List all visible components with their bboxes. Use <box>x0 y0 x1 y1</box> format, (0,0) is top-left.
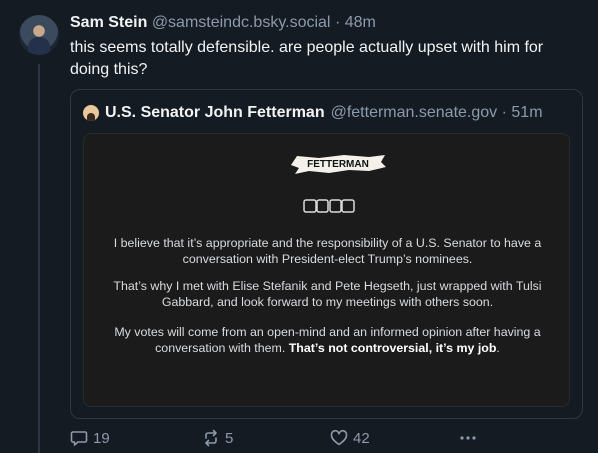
statement-paragraph-3: My votes will come from an open-mind and… <box>114 325 541 355</box>
like-count: 42 <box>353 429 370 447</box>
quoted-post-header: U.S. Senator John Fetterman @fetterman.s… <box>83 103 543 123</box>
statement-emphasis: That’s not controversial, it’s my job <box>288 341 497 355</box>
post-time[interactable]: 48m <box>345 14 376 31</box>
logo-text: FETTERMAN <box>307 159 369 170</box>
statement-paragraph-2: That’s why I met with Elise Stefanik and… <box>113 279 542 309</box>
quoted-author-avatar <box>83 105 99 121</box>
quoted-author-handle: @fetterman.senate.gov · 51m <box>330 104 543 121</box>
author-handle[interactable]: @samsteindc.bsky.social <box>152 14 331 31</box>
more-options-button[interactable] <box>459 429 477 447</box>
reply-count: 19 <box>93 429 110 447</box>
post-header: Sam Stein @samsteindc.bsky.social · 48m <box>70 13 376 33</box>
fetterman-logo: FETTERMAN <box>291 155 386 174</box>
repost-arrows-icon <box>205 429 217 447</box>
statement-paragraph-1: I believe that it’s appropriate and the … <box>113 236 542 266</box>
speech-bubble-icon <box>70 431 88 446</box>
post-actions: 19 5 42 <box>0 429 598 449</box>
quoted-post-image[interactable]: FETTERMAN I believe that it’s appropriat… <box>83 133 570 407</box>
quotation-marks-icon <box>303 199 355 213</box>
repost-count: 5 <box>225 429 234 447</box>
author-name[interactable]: Sam Stein <box>70 14 147 31</box>
like-button[interactable]: 42 <box>330 429 370 447</box>
heart-icon <box>330 429 348 446</box>
post-text: this seems totally defensible. are peopl… <box>70 39 544 78</box>
quoted-author-name: U.S. Senator John Fetterman <box>105 104 325 121</box>
reply-button[interactable]: 19 <box>70 429 110 447</box>
repost-button[interactable]: 5 <box>202 429 233 447</box>
author-avatar[interactable] <box>19 15 59 55</box>
ellipsis-icon <box>460 436 476 440</box>
header-separator: · <box>334 14 341 31</box>
thread-line <box>38 64 40 453</box>
quoted-post[interactable]: U.S. Senator John Fetterman @fetterman.s… <box>70 89 583 419</box>
